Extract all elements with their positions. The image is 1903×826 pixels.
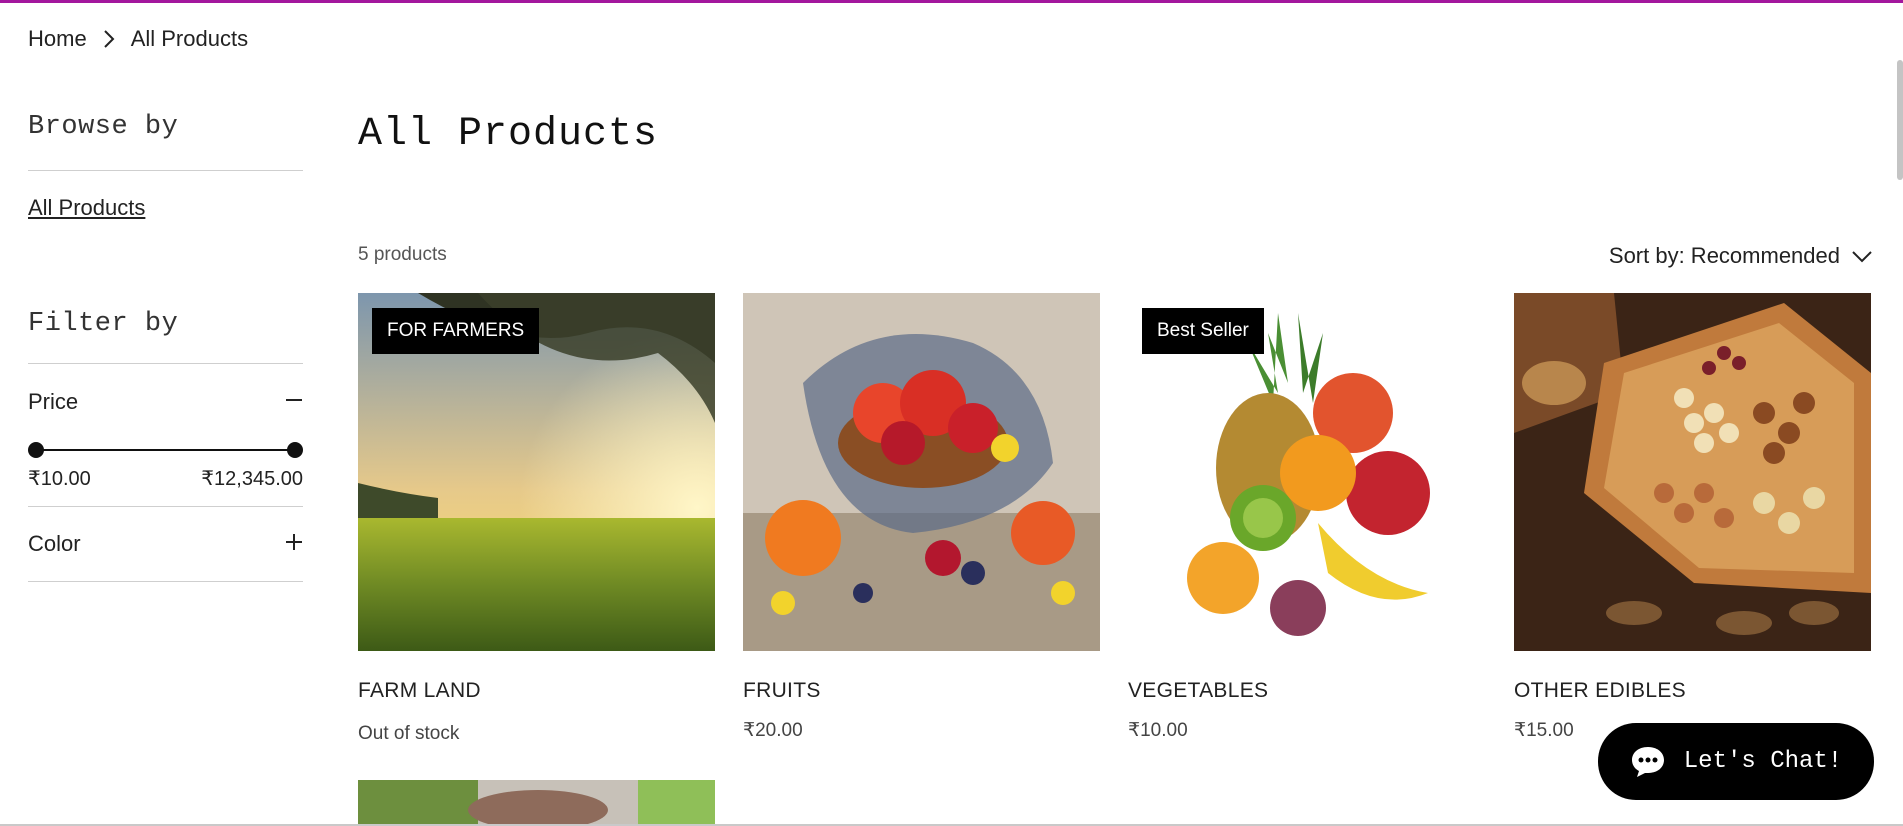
price-filter-label: Price xyxy=(28,389,79,414)
product-card[interactable]: OTHER EDIBLES ₹15.00 xyxy=(1514,293,1871,742)
product-count: 5 products xyxy=(358,244,447,265)
slider-min-handle[interactable] xyxy=(28,442,44,458)
browse-all-products-link[interactable]: All Products xyxy=(28,195,145,221)
chat-bubble-icon xyxy=(1630,745,1666,779)
chat-button[interactable]: Let's Chat! xyxy=(1598,723,1874,800)
product-image-other-edibles[interactable] xyxy=(1514,293,1871,651)
chevron-right-icon xyxy=(103,29,115,49)
product-card[interactable]: FRUITS ₹20.00 xyxy=(743,293,1100,742)
color-filter-label: Color xyxy=(28,531,81,556)
breadcrumb-home-link[interactable]: Home xyxy=(28,26,87,52)
browse-heading: Browse by xyxy=(28,112,179,142)
product-card[interactable]: FOR FARMERS FARM LAND Out of stock xyxy=(358,293,715,745)
scrollbar-thumb[interactable] xyxy=(1897,60,1903,180)
product-image-farm-land[interactable]: FOR FARMERS xyxy=(358,293,715,651)
product-image-partial[interactable] xyxy=(358,780,715,826)
sort-dropdown[interactable]: Sort by: Recommended xyxy=(1609,243,1872,269)
price-min-value: ₹10.00 xyxy=(28,468,91,490)
product-badge: Best Seller xyxy=(1142,308,1264,354)
price-range-values: ₹10.00 ₹12,345.00 xyxy=(28,466,303,506)
price-range-slider[interactable] xyxy=(28,440,303,460)
price-max-value: ₹12,345.00 xyxy=(201,468,303,490)
product-name[interactable]: FARM LAND xyxy=(358,679,715,703)
page-title: All Products xyxy=(358,112,659,157)
chat-label: Let's Chat! xyxy=(1683,748,1843,775)
product-badge: FOR FARMERS xyxy=(372,308,540,354)
expand-plus-icon[interactable] xyxy=(285,531,303,557)
top-accent-bar xyxy=(0,0,1903,3)
price-filter-toggle[interactable]: Price xyxy=(28,364,303,440)
breadcrumb: Home All Products xyxy=(28,26,248,52)
product-price: ₹10.00 xyxy=(1128,720,1188,741)
product-name[interactable]: OTHER EDIBLES xyxy=(1514,679,1871,703)
product-image-fruits[interactable] xyxy=(743,293,1100,651)
slider-max-handle[interactable] xyxy=(287,442,303,458)
color-filter-toggle[interactable]: Color xyxy=(28,507,303,581)
chevron-down-icon xyxy=(1840,243,1872,269)
product-image-vegetables[interactable]: Best Seller xyxy=(1128,293,1485,651)
product-name[interactable]: FRUITS xyxy=(743,679,1100,703)
sidebar: Browse by All Products Filter by Price ₹… xyxy=(28,112,303,582)
filter-heading: Filter by xyxy=(28,309,179,339)
breadcrumb-current: All Products xyxy=(130,26,249,51)
product-name[interactable]: VEGETABLES xyxy=(1128,679,1485,703)
slider-track xyxy=(36,449,295,451)
product-stock-status: Out of stock xyxy=(358,723,460,744)
product-price: ₹20.00 xyxy=(743,720,803,741)
product-card[interactable]: Best Seller VEGETABLES ₹10.00 xyxy=(1128,293,1485,742)
collapse-minus-icon[interactable] xyxy=(285,389,303,415)
sort-label: Sort by: Recommended xyxy=(1608,243,1840,268)
divider xyxy=(28,581,303,582)
